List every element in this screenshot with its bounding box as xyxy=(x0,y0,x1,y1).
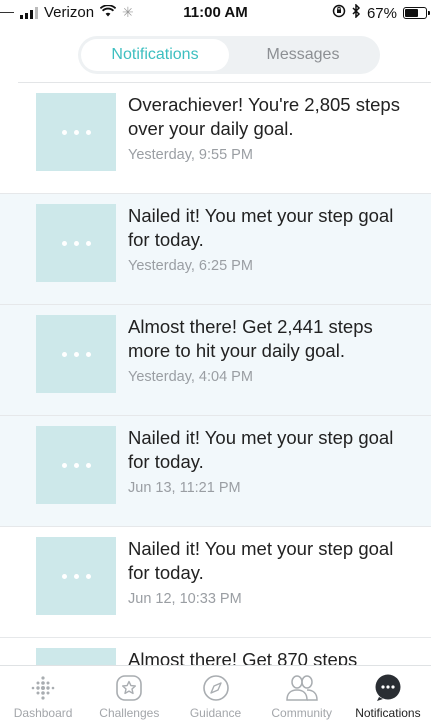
notification-time: Yesterday, 4:04 PM xyxy=(128,369,253,385)
more-dots-icon xyxy=(61,462,91,468)
notification-time: Jun 13, 11:21 PM xyxy=(128,480,241,496)
nav-guidance[interactable]: Guidance xyxy=(172,666,258,725)
tab-switcher: Notifications Messages xyxy=(78,36,380,74)
notification-thumbnail xyxy=(36,537,116,615)
notification-item[interactable]: Nailed it! You met your step goal for to… xyxy=(0,527,431,638)
tab-messages[interactable]: Messages xyxy=(229,39,377,71)
more-dots-icon xyxy=(61,240,91,246)
chat-bubble-icon xyxy=(373,672,403,704)
compass-icon xyxy=(201,672,231,704)
notification-message: Nailed it! You met your step goal for to… xyxy=(128,205,394,250)
notification-time: Yesterday, 9:55 PM xyxy=(128,147,253,163)
nav-challenges[interactable]: Challenges xyxy=(86,666,172,725)
notification-time: Yesterday, 6:25 PM xyxy=(128,258,253,274)
notification-item[interactable]: Nailed it! You met your step goal for to… xyxy=(0,194,431,305)
notification-item[interactable]: Overachiever! You're 2,805 steps over yo… xyxy=(0,83,431,194)
nav-dashboard[interactable]: Dashboard xyxy=(0,666,86,725)
notification-time: Jun 12, 10:33 PM xyxy=(128,591,242,607)
bluetooth-icon xyxy=(352,3,361,22)
notification-item[interactable]: Almost there! Get 2,441 steps more to hi… xyxy=(0,305,431,416)
more-dots-icon xyxy=(61,351,91,357)
notification-message: Almost there! Get 2,441 steps more to hi… xyxy=(128,316,373,361)
nav-label: Notifications xyxy=(355,706,421,720)
notification-thumbnail xyxy=(36,648,116,665)
tab-notifications[interactable]: Notifications xyxy=(81,39,229,71)
notification-thumbnail xyxy=(36,93,116,171)
notification-thumbnail xyxy=(36,204,116,282)
more-dots-icon xyxy=(61,129,91,135)
battery-percent: 67% xyxy=(366,4,397,22)
nav-notifications[interactable]: Notifications xyxy=(345,666,431,725)
nav-label: Dashboard xyxy=(13,706,73,720)
notification-thumbnail xyxy=(36,315,116,393)
notification-message: Overachiever! You're 2,805 steps over yo… xyxy=(128,94,400,139)
notification-item[interactable]: Nailed it! You met your step goal for to… xyxy=(0,416,431,527)
bottom-nav: Dashboard Challenges Guidance Community … xyxy=(0,665,431,725)
nav-label: Challenges xyxy=(99,706,160,720)
notification-item[interactable]: Almost there! Get 870 steps xyxy=(0,638,431,665)
dashboard-dots-icon xyxy=(30,672,56,704)
notification-list[interactable]: Overachiever! You're 2,805 steps over yo… xyxy=(0,83,431,665)
orientation-lock-icon xyxy=(332,4,346,22)
battery-icon xyxy=(403,7,430,19)
more-dots-icon xyxy=(61,573,91,579)
nav-label: Community xyxy=(271,706,333,720)
people-icon xyxy=(284,672,320,704)
notification-message: Nailed it! You met your step goal for to… xyxy=(128,538,394,583)
nav-community[interactable]: Community xyxy=(259,666,345,725)
notification-message: Nailed it! You met your step goal for to… xyxy=(128,427,394,472)
star-badge-icon xyxy=(114,672,144,704)
notification-message: Almost there! Get 870 steps xyxy=(128,649,358,665)
status-bar: Verizon ✳ 11:00 AM 67% xyxy=(0,0,431,26)
notification-thumbnail xyxy=(36,426,116,504)
nav-label: Guidance xyxy=(189,706,242,720)
